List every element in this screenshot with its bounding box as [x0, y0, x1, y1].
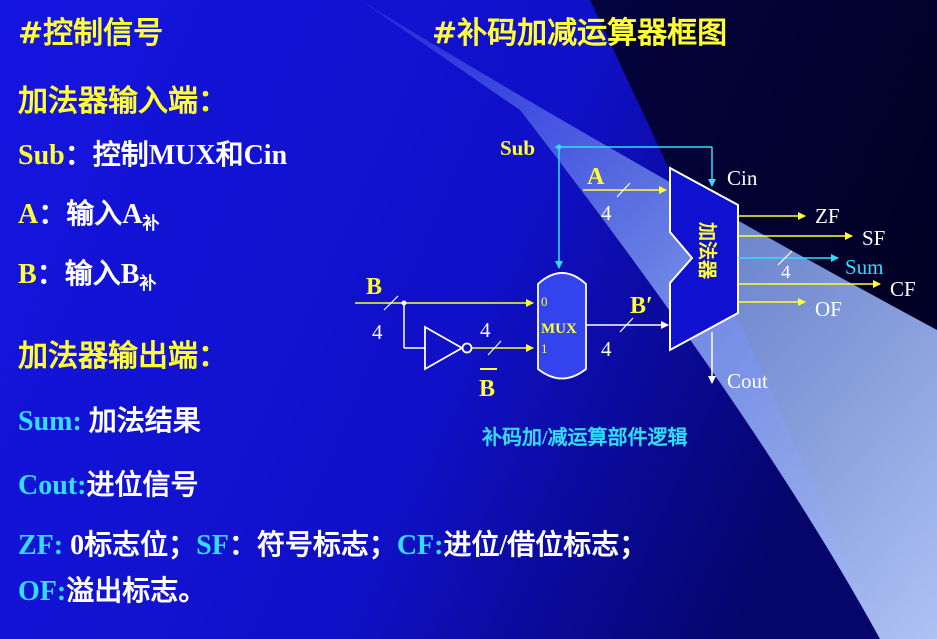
adder-block-diagram: Sub Cin A 4 B 4 4 B 0 1 MUX B′ 4 加法器 Cou… — [355, 136, 916, 449]
b-width-label: 4 — [372, 320, 383, 344]
cin-label: Cin — [727, 166, 758, 190]
adder-label: 加法器 — [696, 221, 719, 280]
sum-width-label: 4 — [781, 262, 791, 283]
mux-in0-label: 0 — [541, 294, 548, 309]
diagram-caption: 补码加/减运算部件逻辑 — [481, 425, 688, 449]
sf-label: SF — [862, 226, 885, 250]
a-width-label: 4 — [601, 201, 612, 225]
mux-label: MUX — [541, 321, 577, 337]
a-input-label: A — [587, 164, 605, 190]
b-prime-label: B′ — [630, 293, 653, 319]
cf-label: CF — [890, 277, 916, 301]
not-output-wire — [472, 340, 534, 356]
sum-label: Sum — [845, 255, 884, 279]
mux-output-wire — [586, 317, 669, 333]
b-bar-label: B — [479, 376, 495, 402]
b-input-label: B — [366, 274, 382, 300]
not-gate — [424, 325, 473, 371]
of-label: OF — [815, 297, 842, 321]
mux-in1-label: 1 — [541, 341, 548, 356]
cout-label: Cout — [727, 369, 768, 393]
zf-label: ZF — [815, 204, 840, 228]
not-width-label: 4 — [480, 318, 491, 342]
sub-label: Sub — [500, 136, 535, 160]
mux-out-width-label: 4 — [601, 337, 612, 361]
